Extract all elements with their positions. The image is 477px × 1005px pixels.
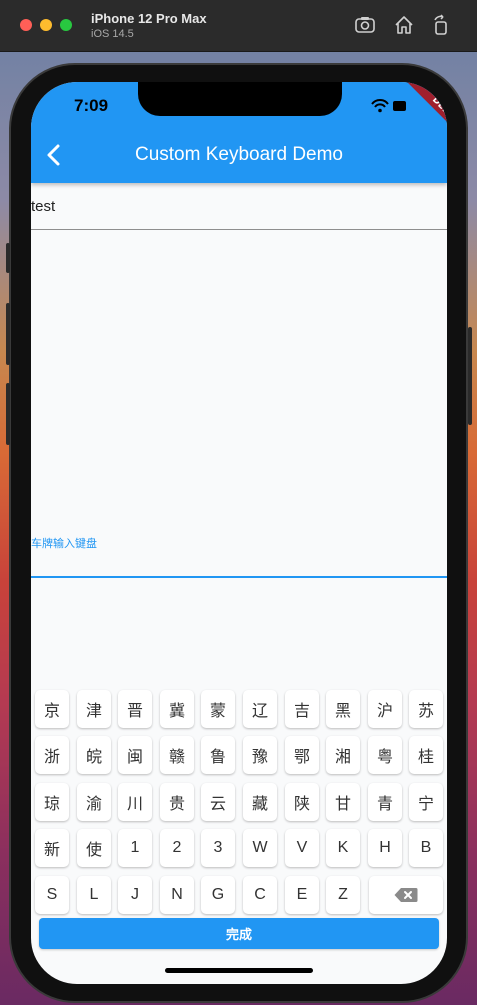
keyboard-key[interactable]: G [201,876,235,914]
keyboard-key[interactable]: 使 [77,829,111,867]
notch [138,82,342,116]
rotate-icon[interactable] [430,14,452,36]
status-time: 7:09 [74,96,109,115]
keyboard-key[interactable]: 甘 [326,783,360,821]
keyboard-key[interactable]: 苏 [409,690,443,728]
keyboard-key[interactable]: 闽 [118,736,152,774]
close-window-button[interactable] [20,19,32,31]
keyboard-key[interactable]: 1 [118,829,152,867]
battery-icon [393,101,406,111]
home-indicator [165,968,313,973]
keyboard-key[interactable]: 新 [35,829,69,867]
keyboard-key[interactable]: 湘 [326,736,360,774]
keyboard-key[interactable]: B [409,829,443,867]
app-bar: 7:09 Custom Keyboard Demo [31,82,447,183]
keyboard-key[interactable]: 晋 [118,690,152,728]
keyboard-key[interactable]: 豫 [243,736,277,774]
text-field-value: test [31,198,56,215]
keyboard-key[interactable]: K [326,829,360,867]
power-button [468,327,472,425]
test-text-field[interactable]: test [31,183,447,230]
minimize-window-button[interactable] [40,19,52,31]
keyboard-key[interactable]: 青 [368,783,402,821]
done-button[interactable]: 完成 [39,918,439,949]
keyboard-key[interactable]: 浙 [35,736,69,774]
keyboard-key[interactable]: 京 [35,690,69,728]
keyboard-key[interactable]: Z [326,876,360,914]
keyboard-key[interactable]: 鄂 [285,736,319,774]
keyboard-key[interactable]: 3 [201,829,235,867]
keyboard-key[interactable]: 云 [201,783,235,821]
wifi-icon [371,99,389,113]
keyboard-key[interactable]: 津 [77,690,111,728]
keyboard-key[interactable]: S [35,876,69,914]
keyboard-key[interactable]: N [160,876,194,914]
keyboard-key[interactable]: 2 [160,829,194,867]
keyboard-key[interactable]: 陕 [285,783,319,821]
keyboard-key[interactable]: W [243,829,277,867]
keyboard-key[interactable]: H [368,829,402,867]
simulator-toolbar: iPhone 12 Pro Max iOS 14.5 [0,0,477,52]
page-title: Custom Keyboard Demo [134,144,344,165]
keyboard-key[interactable]: 川 [118,783,152,821]
keyboard-key[interactable]: 冀 [160,690,194,728]
keyboard-key[interactable]: 贵 [160,783,194,821]
keyboard-key[interactable]: 沪 [368,690,402,728]
keyboard-key[interactable]: 渝 [77,783,111,821]
keyboard-key[interactable]: 粤 [368,736,402,774]
silent-switch [6,243,10,273]
keyboard-key[interactable]: 桂 [409,736,443,774]
maximize-window-button[interactable] [60,19,72,31]
keyboard-key[interactable]: 鲁 [201,736,235,774]
keyboard-key[interactable]: 蒙 [201,690,235,728]
keyboard-key[interactable]: 吉 [285,690,319,728]
volume-down-button [6,383,10,445]
app-screen: 7:09 Custom Keyboard Demo DEBUG test 车牌输… [31,82,447,984]
delete-key[interactable] [369,876,443,914]
keyboard-key[interactable]: 琼 [35,783,69,821]
keyboard-key[interactable]: 黑 [326,690,360,728]
status-icons [371,98,407,113]
keyboard-key[interactable]: 宁 [409,783,443,821]
keyboard-key[interactable]: 皖 [77,736,111,774]
keyboard-key[interactable]: 赣 [160,736,194,774]
backspace-icon [394,888,418,902]
keyboard-key[interactable]: J [118,876,152,914]
volume-up-button [6,303,10,365]
keyboard-key[interactable]: 辽 [243,690,277,728]
os-version: iOS 14.5 [91,28,134,40]
keyboard-key[interactable]: C [243,876,277,914]
screenshot-icon[interactable] [354,14,376,36]
keyboard-key[interactable]: L [77,876,111,914]
plate-field-label: 车牌输入键盘 [31,537,97,550]
keyboard-key[interactable]: E [285,876,319,914]
plate-input-field[interactable]: 车牌输入键盘 [31,528,447,578]
plate-keyboard: 完成 京津晋冀蒙辽吉黑沪苏浙皖闽赣鲁豫鄂湘粤桂琼渝川贵云藏陕甘青宁新使123WV… [31,680,447,984]
keyboard-key[interactable]: 藏 [243,783,277,821]
keyboard-key[interactable]: V [285,829,319,867]
device-name: iPhone 12 Pro Max [91,11,207,26]
home-icon[interactable] [393,14,415,36]
